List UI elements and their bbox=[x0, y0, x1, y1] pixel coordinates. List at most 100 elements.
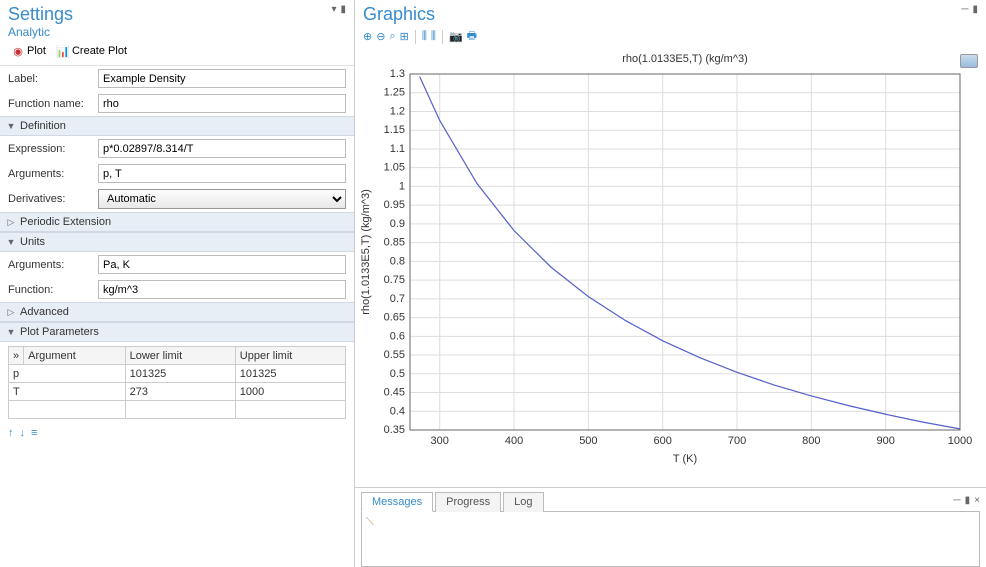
table-header-row: » Argument Lower limit Upper limit bbox=[9, 347, 346, 365]
svg-text:700: 700 bbox=[728, 435, 746, 447]
pin-icon[interactable]: ▮ bbox=[965, 495, 971, 506]
svg-text:0.45: 0.45 bbox=[384, 387, 405, 399]
svg-text:0.95: 0.95 bbox=[384, 199, 405, 211]
section-plot-parameters[interactable]: ▼ Plot Parameters bbox=[0, 322, 354, 342]
plot-icon: ◉ bbox=[11, 44, 25, 58]
zoom-box-icon[interactable]: ⌕ bbox=[389, 30, 395, 43]
dropdown-icon[interactable]: ▾ bbox=[331, 4, 336, 15]
close-icon[interactable]: × bbox=[974, 495, 980, 506]
graphics-toolbar: ⊕ ⊖ ⌕ ⊞ ⫼ ⫼ 📷 🖶 bbox=[355, 25, 986, 48]
col-upper[interactable]: Upper limit bbox=[235, 347, 345, 365]
svg-text:0.85: 0.85 bbox=[384, 237, 405, 249]
create-plot-button[interactable]: 📊 Create Plot bbox=[53, 43, 130, 59]
svg-text:T (K): T (K) bbox=[673, 453, 697, 465]
svg-text:1.05: 1.05 bbox=[384, 162, 405, 174]
derivatives-select[interactable]: Automatic bbox=[98, 189, 346, 209]
svg-text:0.75: 0.75 bbox=[384, 274, 405, 286]
svg-text:1.1: 1.1 bbox=[390, 143, 405, 155]
col-lower[interactable]: Lower limit bbox=[125, 347, 235, 365]
svg-text:1.2: 1.2 bbox=[390, 105, 405, 117]
minimize-icon[interactable]: ─ bbox=[961, 4, 968, 15]
units-function-input[interactable] bbox=[98, 280, 346, 299]
expand-column[interactable]: » bbox=[9, 347, 24, 365]
tab-log[interactable]: Log bbox=[503, 492, 543, 512]
function-name-label: Function name: bbox=[8, 98, 94, 110]
section-advanced-label: Advanced bbox=[20, 306, 69, 318]
svg-text:1.15: 1.15 bbox=[384, 124, 405, 136]
svg-text:300: 300 bbox=[431, 435, 449, 447]
chart-area[interactable]: 30040050060070080090010000.350.40.450.50… bbox=[355, 48, 986, 487]
line-chart: 30040050060070080090010000.350.40.450.50… bbox=[355, 48, 975, 468]
svg-text:0.35: 0.35 bbox=[384, 424, 405, 436]
svg-text:0.7: 0.7 bbox=[390, 293, 405, 305]
settings-title: Settings bbox=[8, 4, 73, 25]
create-plot-icon: 📊 bbox=[56, 44, 70, 58]
section-units-label: Units bbox=[20, 236, 45, 248]
chevron-right-icon: ▷ bbox=[6, 217, 16, 228]
zoom-extents-icon[interactable]: ⊞ bbox=[400, 30, 409, 43]
svg-text:0.55: 0.55 bbox=[384, 349, 405, 361]
svg-text:1: 1 bbox=[399, 180, 405, 192]
section-periodic-label: Periodic Extension bbox=[20, 216, 111, 228]
table-row[interactable]: T 273 1000 bbox=[9, 383, 346, 401]
move-down-button[interactable]: ↓ bbox=[20, 427, 26, 439]
clear-icon[interactable]: ⟍ bbox=[366, 516, 374, 528]
settings-subtitle: Analytic bbox=[0, 25, 354, 41]
svg-text:900: 900 bbox=[876, 435, 894, 447]
pin-icon[interactable]: ▮ bbox=[972, 4, 978, 15]
print-icon[interactable]: 🖶 bbox=[467, 27, 477, 46]
create-plot-label: Create Plot bbox=[72, 45, 127, 57]
svg-text:1.3: 1.3 bbox=[390, 68, 405, 80]
chevron-down-icon: ▼ bbox=[6, 327, 16, 337]
svg-text:0.65: 0.65 bbox=[384, 312, 405, 324]
label-input[interactable] bbox=[98, 69, 346, 88]
legend-toggle-icon[interactable] bbox=[960, 54, 978, 68]
section-definition-label: Definition bbox=[20, 120, 66, 132]
function-name-input[interactable] bbox=[98, 94, 346, 113]
plot-parameters-table[interactable]: » Argument Lower limit Upper limit p 101… bbox=[8, 346, 346, 419]
table-toolbar: ↑ ↓ ≡ bbox=[0, 423, 354, 443]
zoom-in-icon[interactable]: ⊕ bbox=[363, 30, 372, 43]
table-row[interactable]: p 101325 101325 bbox=[9, 365, 346, 383]
table-row-empty[interactable] bbox=[9, 401, 346, 419]
svg-text:rho(1.0133E5,T) (kg/m^3): rho(1.0133E5,T) (kg/m^3) bbox=[360, 189, 372, 315]
section-periodic[interactable]: ▷ Periodic Extension bbox=[0, 212, 354, 232]
svg-text:0.9: 0.9 bbox=[390, 218, 405, 230]
svg-text:rho(1.0133E5,T) (kg/m^3): rho(1.0133E5,T) (kg/m^3) bbox=[622, 53, 748, 65]
chevron-right-icon: ▷ bbox=[6, 307, 16, 318]
expression-label: Expression: bbox=[8, 143, 94, 155]
tab-messages[interactable]: Messages bbox=[361, 492, 433, 512]
grid-icon[interactable]: ⫼ bbox=[431, 30, 436, 43]
plot-button[interactable]: ◉ Plot bbox=[8, 43, 49, 59]
svg-text:0.5: 0.5 bbox=[390, 368, 405, 380]
snapshot-icon[interactable]: 📷 bbox=[449, 30, 463, 43]
bottom-panel: Messages Progress Log ─ ▮ × ⟍ bbox=[355, 487, 986, 567]
minimize-icon[interactable]: ─ bbox=[954, 495, 961, 506]
list-button[interactable]: ≡ bbox=[31, 427, 37, 439]
units-arguments-input[interactable] bbox=[98, 255, 346, 274]
svg-text:400: 400 bbox=[505, 435, 523, 447]
tab-progress[interactable]: Progress bbox=[435, 492, 501, 512]
chevron-down-icon: ▼ bbox=[6, 237, 16, 247]
section-units[interactable]: ▼ Units bbox=[0, 232, 354, 252]
section-definition[interactable]: ▼ Definition bbox=[0, 116, 354, 136]
zoom-out-icon[interactable]: ⊖ bbox=[376, 30, 385, 43]
graphics-title: Graphics bbox=[363, 4, 435, 25]
chevron-down-icon: ▼ bbox=[6, 121, 16, 131]
svg-text:0.6: 0.6 bbox=[390, 330, 405, 342]
svg-text:0.4: 0.4 bbox=[390, 405, 405, 417]
svg-text:600: 600 bbox=[654, 435, 672, 447]
svg-text:0.8: 0.8 bbox=[390, 255, 405, 267]
section-plotparams-label: Plot Parameters bbox=[20, 326, 99, 338]
messages-body: ⟍ bbox=[361, 511, 980, 567]
units-function-label: Function: bbox=[8, 284, 94, 296]
move-up-button[interactable]: ↑ bbox=[8, 427, 14, 439]
col-argument[interactable]: Argument bbox=[24, 347, 125, 365]
arguments-input[interactable] bbox=[98, 164, 346, 183]
label-label: Label: bbox=[8, 73, 94, 85]
expression-input[interactable] bbox=[98, 139, 346, 158]
settings-panel: Settings ▾ ▮ Analytic ◉ Plot 📊 Create Pl… bbox=[0, 0, 355, 567]
section-advanced[interactable]: ▷ Advanced bbox=[0, 302, 354, 322]
xy-view-icon[interactable]: ⫼ bbox=[422, 30, 427, 43]
pin-icon[interactable]: ▮ bbox=[340, 4, 346, 15]
